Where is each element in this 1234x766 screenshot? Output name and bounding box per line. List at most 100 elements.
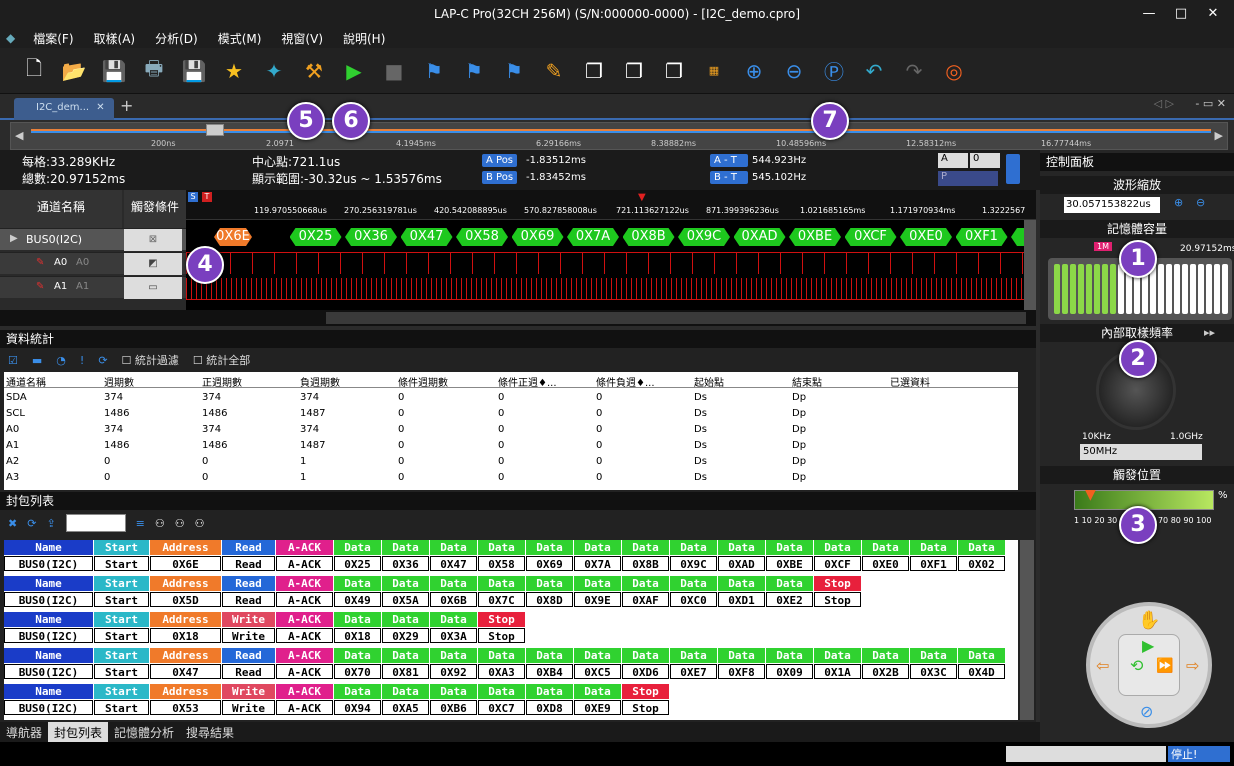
trigger-slider-handle[interactable]: ▼ bbox=[1085, 487, 1096, 503]
b-pos-button[interactable]: B Pos bbox=[482, 171, 518, 184]
packet-field-value[interactable]: 0X58 bbox=[478, 556, 525, 571]
packet-field-value[interactable]: 0X02 bbox=[958, 556, 1005, 571]
packet-field-value[interactable]: 0X29 bbox=[382, 628, 429, 643]
stats-header-cell[interactable]: 條件正週♦... bbox=[498, 374, 557, 389]
trigger-edge-icon[interactable]: ◩ bbox=[124, 253, 182, 275]
overview-scrollbar[interactable]: ◀ 200ns 2.0971 4.1945ms 6.29166ms 8.3888… bbox=[10, 122, 1228, 150]
tab-packet-list[interactable]: 封包列表 bbox=[48, 722, 109, 742]
packet-field-value[interactable]: 0X70 bbox=[334, 664, 381, 679]
close-button[interactable]: ✕ bbox=[1200, 4, 1226, 24]
table-row[interactable]: SCL 1486 1486 1487 0 0 0 Ds Dp bbox=[4, 406, 1018, 422]
packet-field-value[interactable]: 0X18 bbox=[334, 628, 381, 643]
packet-field-value[interactable]: 0XE0 bbox=[862, 556, 909, 571]
packet-search-input[interactable] bbox=[65, 514, 126, 532]
cursor-index-select[interactable]: 0 bbox=[970, 153, 1000, 168]
a-pos-button[interactable]: A Pos bbox=[482, 154, 518, 167]
packet-field-value[interactable]: Write bbox=[222, 700, 275, 715]
scroll-right-icon[interactable]: ▶ bbox=[1215, 129, 1223, 142]
packet-field-value[interactable]: Write bbox=[222, 628, 275, 643]
zoom-out-icon[interactable]: ⊖ bbox=[1196, 196, 1205, 209]
save-settings-icon[interactable]: 💾 bbox=[178, 55, 210, 87]
packet-field-value[interactable]: Read bbox=[222, 556, 275, 571]
play-icon[interactable]: ▶ bbox=[1142, 636, 1154, 655]
print-icon[interactable]: 🖶 bbox=[138, 55, 170, 87]
menu-help[interactable]: 說明(H) bbox=[333, 30, 395, 47]
undo-icon[interactable]: ↶ bbox=[858, 55, 890, 87]
binoculars-icon[interactable]: ⚇ bbox=[155, 517, 165, 530]
list-filter-icon[interactable]: ≡ bbox=[136, 517, 145, 530]
packet-field-value[interactable]: 0XD8 bbox=[526, 700, 573, 715]
packet-field-value[interactable]: 0XE9 bbox=[574, 700, 621, 715]
stats-header-cell[interactable]: 週期數 bbox=[104, 374, 134, 389]
packet-field-value[interactable]: 0XE7 bbox=[670, 664, 717, 679]
packet-field-value[interactable]: 0X9E bbox=[574, 592, 621, 607]
stop-circle-icon[interactable]: ⊘ bbox=[1140, 702, 1153, 721]
scroll-left-icon[interactable]: ◀ bbox=[15, 129, 23, 142]
clock-icon[interactable]: ◔ bbox=[56, 354, 66, 367]
packet-field-value[interactable]: 0XA5 bbox=[382, 700, 429, 715]
packet-field-value[interactable]: 0XCF bbox=[814, 556, 861, 571]
zoom-value-select[interactable]: 30.057153822us bbox=[1064, 197, 1160, 213]
packet-field-value[interactable]: Read bbox=[222, 664, 275, 679]
packet-field-value[interactable]: 0X8D bbox=[526, 592, 573, 607]
zoom-out-icon[interactable]: ⊖ bbox=[778, 55, 810, 87]
flag-add-icon[interactable]: ⚑ bbox=[418, 55, 450, 87]
packet-field-value[interactable]: 0XD1 bbox=[718, 592, 765, 607]
packet-field-value[interactable]: Start bbox=[94, 664, 149, 679]
packet-field-value[interactable]: A-ACK bbox=[276, 664, 333, 679]
tools-icon[interactable]: ⚒ bbox=[298, 55, 330, 87]
packet-field-value[interactable]: 0X53 bbox=[150, 700, 221, 715]
sample-rate-select[interactable]: 50MHz bbox=[1080, 444, 1202, 460]
sync-icon[interactable]: ⟳ bbox=[27, 517, 36, 530]
zoom-in-icon[interactable]: ⊕ bbox=[1174, 196, 1183, 209]
packet-field-value[interactable]: 0X3C bbox=[910, 664, 957, 679]
zoom-fit-icon[interactable]: Ⓟ bbox=[818, 55, 850, 87]
packet-field-value[interactable]: 0X7C bbox=[478, 592, 525, 607]
packet-field-value[interactable]: Stop bbox=[814, 592, 861, 607]
table-row[interactable]: A2 0 0 1 0 0 0 Ds Dp bbox=[4, 454, 1018, 470]
packet-field-value[interactable]: 0XD6 bbox=[622, 664, 669, 679]
help-icon[interactable]: ◎ bbox=[938, 55, 970, 87]
packet-field-value[interactable]: 0X2B bbox=[862, 664, 909, 679]
stats-header-cell[interactable]: 條件週期數 bbox=[398, 374, 448, 389]
new-file-icon[interactable]: 🗋 bbox=[18, 55, 50, 87]
packet-field-value[interactable]: BUS0(I2C) bbox=[4, 664, 93, 679]
packet-field-value[interactable]: 0XE2 bbox=[766, 592, 813, 607]
tab-search-results[interactable]: 搜尋結果 bbox=[180, 722, 240, 742]
stats-header-cell[interactable]: 已選資料 bbox=[890, 374, 930, 389]
packet-field-value[interactable]: 0XC7 bbox=[478, 700, 525, 715]
wave-vscroll[interactable] bbox=[1024, 220, 1036, 310]
navigation-wheel[interactable]: ✋ ▶ ⟲ ⏩ ⇦ ⇨ ⊘ bbox=[1086, 602, 1212, 728]
table-row[interactable]: A0 374 374 374 0 0 0 Ds Dp bbox=[4, 422, 1018, 438]
packet-field-value[interactable]: BUS0(I2C) bbox=[4, 556, 93, 571]
packet-field-value[interactable]: Stop bbox=[622, 700, 669, 715]
menu-sample[interactable]: 取樣(A) bbox=[84, 30, 146, 47]
packet-field-value[interactable]: 0X9C bbox=[670, 556, 717, 571]
packet-field-value[interactable]: 0X92 bbox=[430, 664, 477, 679]
wave-hscroll[interactable] bbox=[186, 310, 1036, 326]
run-icon[interactable]: ▶ bbox=[338, 55, 370, 87]
stats-header-cell[interactable]: 負週期數 bbox=[300, 374, 340, 389]
refresh-icon[interactable]: ⟳ bbox=[98, 354, 107, 367]
packet-field-value[interactable]: 0X7A bbox=[574, 556, 621, 571]
export-icon[interactable]: ⇪ bbox=[46, 517, 55, 530]
packet-field-value[interactable]: 0X3A bbox=[430, 628, 477, 643]
packet-field-value[interactable]: Start bbox=[94, 556, 149, 571]
tab-i2c-demo[interactable]: I2C_dem... ✕ bbox=[14, 98, 114, 120]
stats-header-cell[interactable]: 結束點 bbox=[792, 374, 822, 389]
cursor-select[interactable]: A bbox=[938, 153, 968, 168]
stats-header-cell[interactable]: 條件負週♦... bbox=[596, 374, 655, 389]
table-row[interactable]: SDA 374 374 374 0 0 0 Ds Dp bbox=[4, 390, 1018, 406]
flag-down-icon[interactable]: ⚑ bbox=[498, 55, 530, 87]
hand-icon[interactable]: ✋ bbox=[1138, 610, 1160, 631]
packet-field-value[interactable]: 0X18 bbox=[150, 628, 221, 643]
zoom-in-icon[interactable]: ⊕ bbox=[738, 55, 770, 87]
packet-field-value[interactable]: Start bbox=[94, 592, 149, 607]
packet-field-value[interactable]: 0XC0 bbox=[670, 592, 717, 607]
wizard-icon[interactable]: ✦ bbox=[258, 55, 290, 87]
channel-row-a1[interactable]: ✎ A1 A1 ▭ bbox=[0, 276, 186, 299]
maximize-button[interactable]: □ bbox=[1168, 4, 1194, 24]
stats-header-cell[interactable]: 起始點 bbox=[694, 374, 724, 389]
delete-icon[interactable]: ✖ bbox=[8, 517, 17, 530]
packet-field-value[interactable]: 0XAF bbox=[622, 592, 669, 607]
